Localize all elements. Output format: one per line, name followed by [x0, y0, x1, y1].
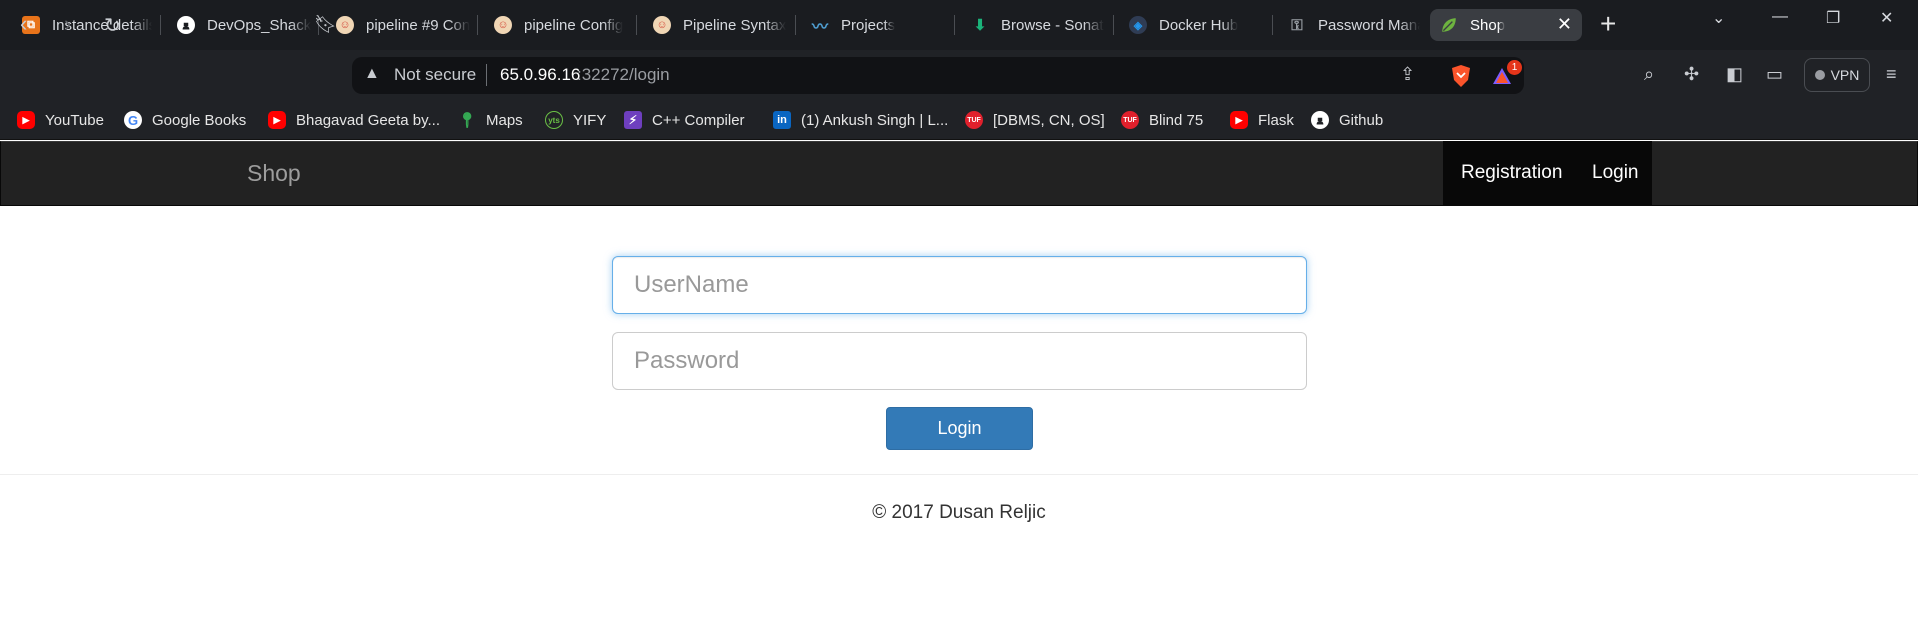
tab-shop[interactable]: Shop ✕	[1430, 9, 1582, 41]
tab-projects[interactable]: 〰 Projects	[801, 9, 951, 41]
tab-title: Docker Hub	[1159, 16, 1239, 34]
tab-instance-details[interactable]: ⧉ Instance details	[12, 9, 152, 41]
warning-icon[interactable]: ▲	[364, 65, 380, 83]
github-icon	[177, 16, 195, 34]
site-brand[interactable]: Shop	[247, 160, 301, 187]
bookmark-github[interactable]: Github	[1311, 110, 1383, 130]
github-icon	[1311, 111, 1329, 129]
docker-icon: ◈	[1129, 16, 1147, 34]
close-tab-icon[interactable]: ✕	[1557, 14, 1572, 35]
youtube-icon: ▶	[268, 111, 286, 129]
login-button[interactable]: Login	[886, 407, 1033, 450]
linkedin-icon: in	[773, 111, 791, 129]
nexus-icon: ⬇	[973, 17, 987, 34]
reader-icon[interactable]: ⌕	[1644, 64, 1654, 85]
google-icon: G	[124, 111, 142, 129]
tab-title: pipeline Config	[524, 16, 624, 34]
bookmark-bhagavad-geeta[interactable]: ▶ Bhagavad Geeta by...	[268, 110, 440, 130]
tuf-icon: TUF	[1121, 111, 1139, 129]
vpn-label: VPN	[1830, 67, 1860, 83]
footer-divider	[0, 474, 1918, 475]
tab-title: Pipeline Syntax	[683, 16, 787, 34]
restore-icon[interactable]: ❐	[1826, 8, 1840, 28]
tab-title: Browse - Sonat	[1001, 16, 1104, 34]
username-input[interactable]	[612, 256, 1307, 314]
rewards-badge: 1	[1507, 60, 1522, 75]
bookmark-yify[interactable]: yts YIFY	[545, 110, 606, 130]
tab-browse-sonatype[interactable]: ⬇ Browse - Sonat	[961, 9, 1111, 41]
menu-icon[interactable]: ≡	[1886, 64, 1897, 85]
bookmark-icon[interactable]: 🔖︎	[314, 14, 337, 35]
vpn-status-icon	[1814, 70, 1825, 80]
tab-pipeline-9[interactable]: ☺ pipeline #9 Con	[326, 9, 476, 41]
sonar-icon: 〰	[811, 19, 828, 36]
tab-title: DevOps_Shack	[207, 16, 312, 34]
youtube-icon: ▶	[17, 111, 35, 129]
footer-copyright: © 2017 Dusan Reljic	[872, 502, 1046, 523]
url-path[interactable]: :32272/login	[577, 65, 670, 85]
tab-pipeline-syntax[interactable]: ☺ Pipeline Syntax	[643, 9, 793, 41]
key-icon: ⚿	[1291, 16, 1303, 34]
reload-icon[interactable]: ↻	[104, 13, 121, 38]
tuf-icon: TUF	[965, 111, 983, 129]
bookmark-blind-75[interactable]: TUF Blind 75	[1121, 110, 1203, 130]
share-icon[interactable]: ⇪	[1400, 64, 1415, 85]
extensions-icon[interactable]: ✣	[1684, 64, 1699, 85]
tab-title: Password Mana	[1318, 16, 1420, 34]
bolt-icon: ⚡︎	[624, 111, 642, 129]
vpn-button[interactable]: VPN	[1804, 58, 1870, 92]
spring-leaf-icon	[1440, 16, 1458, 34]
maps-pin-icon: 📍︎	[457, 112, 477, 129]
jenkins-icon: ☺	[494, 16, 512, 34]
tab-title: pipeline #9 Con	[366, 16, 471, 34]
window-close-icon[interactable]: ✕	[1880, 8, 1893, 28]
password-input[interactable]	[612, 332, 1307, 390]
nav-login-link[interactable]: Login	[1592, 162, 1639, 184]
bookmark-flask[interactable]: ▶ Flask	[1230, 110, 1294, 130]
new-tab-icon[interactable]: +	[1600, 10, 1616, 38]
tab-search-chevron-icon[interactable]: ⌄	[1712, 8, 1725, 28]
url-host[interactable]: 65.0.96.16	[500, 65, 580, 85]
nav-registration-link[interactable]: Registration	[1461, 162, 1562, 184]
yify-icon: yts	[545, 111, 563, 129]
forward-icon[interactable]: ›	[64, 11, 71, 37]
tab-password-manager[interactable]: ⚿ Password Mana	[1278, 9, 1420, 41]
bookmark-google-books[interactable]: G Google Books	[124, 110, 246, 130]
bookmark-maps[interactable]: 📍︎ Maps	[457, 110, 522, 130]
bookmark-cpp-compiler[interactable]: ⚡︎ C++ Compiler	[624, 110, 745, 130]
minimize-icon[interactable]: —	[1772, 8, 1788, 26]
jenkins-icon: ☺	[336, 16, 354, 34]
brave-shields-icon[interactable]	[1450, 64, 1472, 93]
wallet-icon[interactable]: ▭	[1766, 64, 1783, 85]
sidebar-icon[interactable]: ◧	[1726, 64, 1743, 85]
tab-title: Projects	[841, 16, 896, 34]
bookmark-dbms-cn-os[interactable]: TUF [DBMS, CN, OS]	[965, 110, 1105, 130]
tab-docker-hub[interactable]: ◈ Docker Hub	[1119, 9, 1269, 41]
tab-title: Shop	[1470, 16, 1506, 34]
tab-pipeline-config[interactable]: ☺ pipeline Config	[484, 9, 630, 41]
bookmark-linkedin[interactable]: in (1) Ankush Singh | L...	[773, 110, 948, 130]
back-icon[interactable]: ‹	[20, 11, 27, 37]
tab-devops-shack[interactable]: DevOps_Shack	[167, 9, 317, 41]
security-status[interactable]: Not secure	[394, 65, 476, 85]
bookmark-youtube[interactable]: ▶ YouTube	[17, 110, 104, 130]
jenkins-icon: ☺	[653, 16, 671, 34]
youtube-icon: ▶	[1230, 111, 1248, 129]
